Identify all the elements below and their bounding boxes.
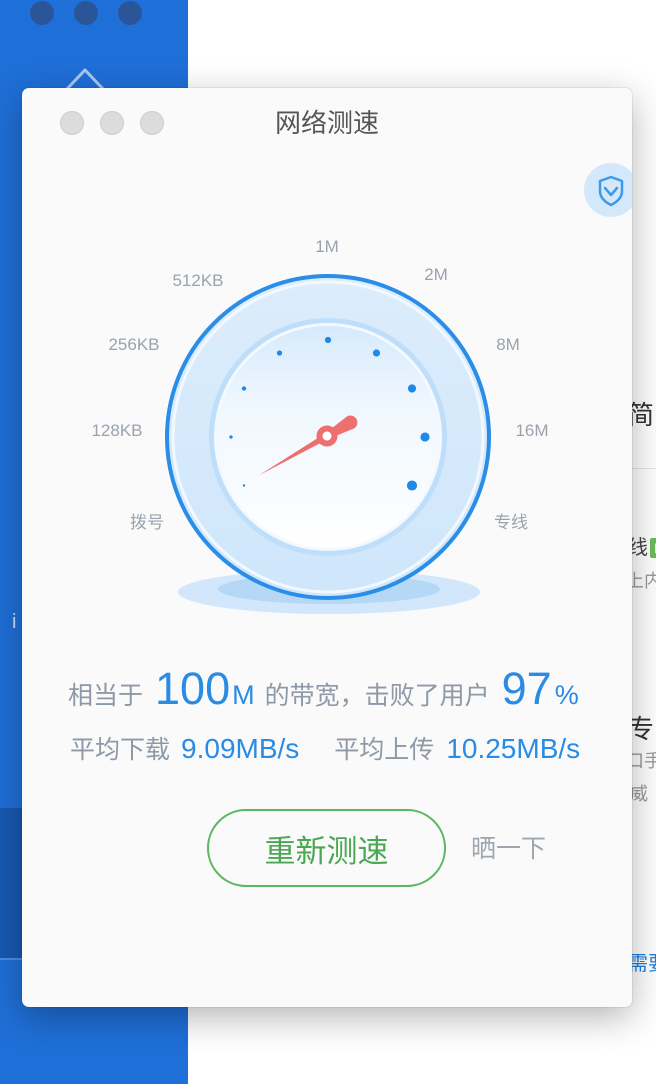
window-zoom-button[interactable]: [118, 1, 142, 25]
gauge-label-128kb: 128KB: [91, 421, 143, 440]
upload-value: 10.25MB/s: [446, 733, 581, 764]
share-link[interactable]: 晒一下: [471, 834, 546, 864]
bandwidth-unit: M: [232, 680, 255, 710]
gauge-tick-dot: [324, 336, 332, 344]
beat-percent-unit: %: [554, 680, 579, 710]
gauge-tick-dot: [276, 350, 283, 356]
download-label: 平均下载: [70, 736, 171, 764]
summary-middle: 的带宽，击败了用户: [264, 682, 490, 710]
gauge-label-256kb: 256KB: [108, 335, 160, 354]
gauge-label-1m: 1M: [315, 237, 339, 256]
gauge-label-16m: 16M: [515, 421, 549, 440]
gauge-tick-dot: [406, 480, 418, 491]
gauge-label-dedicated: 专线: [494, 513, 528, 532]
speed-test-dialog: 网络测速 拨号 128KB 256KB 512KB 1M 2M 8M 16M 专…: [22, 88, 632, 1007]
content-link[interactable]: 需要: [628, 952, 656, 976]
summary-prefix: 相当于: [68, 682, 144, 710]
content-item-desc: 威: [630, 784, 648, 804]
content-heading-fragment: 简: [628, 400, 655, 430]
gauge-tick-dot: [229, 435, 233, 439]
window-close-button[interactable]: [30, 1, 54, 25]
gauge-label-2m: 2M: [424, 265, 448, 284]
gauge-label-dialup: 拨号: [130, 513, 164, 532]
gauge-tick-dot: [420, 432, 430, 442]
gauge-tick-dot: [372, 349, 381, 357]
retest-button[interactable]: 重新测速: [207, 809, 446, 887]
gauge-label-512kb: 512KB: [172, 271, 224, 290]
download-value: 9.09MB/s: [181, 733, 300, 764]
content-heading-fragment: 专: [628, 714, 655, 744]
sidebar-item-label: i: [12, 611, 17, 633]
speed-summary: 平均下载 9.09MB/s 平均上传 10.25MB/s: [70, 735, 580, 763]
bandwidth-value: 100: [155, 663, 231, 714]
gauge-tick-dot: [242, 484, 246, 487]
gauge-tick-dot: [407, 384, 417, 393]
content-item-fragment: 线 N: [628, 536, 656, 560]
beat-percent-value: 97: [501, 663, 552, 714]
window-minimize-button[interactable]: [74, 1, 98, 25]
upload-label: 平均上传: [334, 736, 435, 764]
bandwidth-summary: 相当于 100 M 的带宽，击败了用户 97 %: [68, 666, 579, 711]
gauge-tick-dot: [241, 386, 247, 391]
new-badge: N: [650, 538, 656, 558]
gauge-label-8m: 8M: [496, 335, 520, 354]
